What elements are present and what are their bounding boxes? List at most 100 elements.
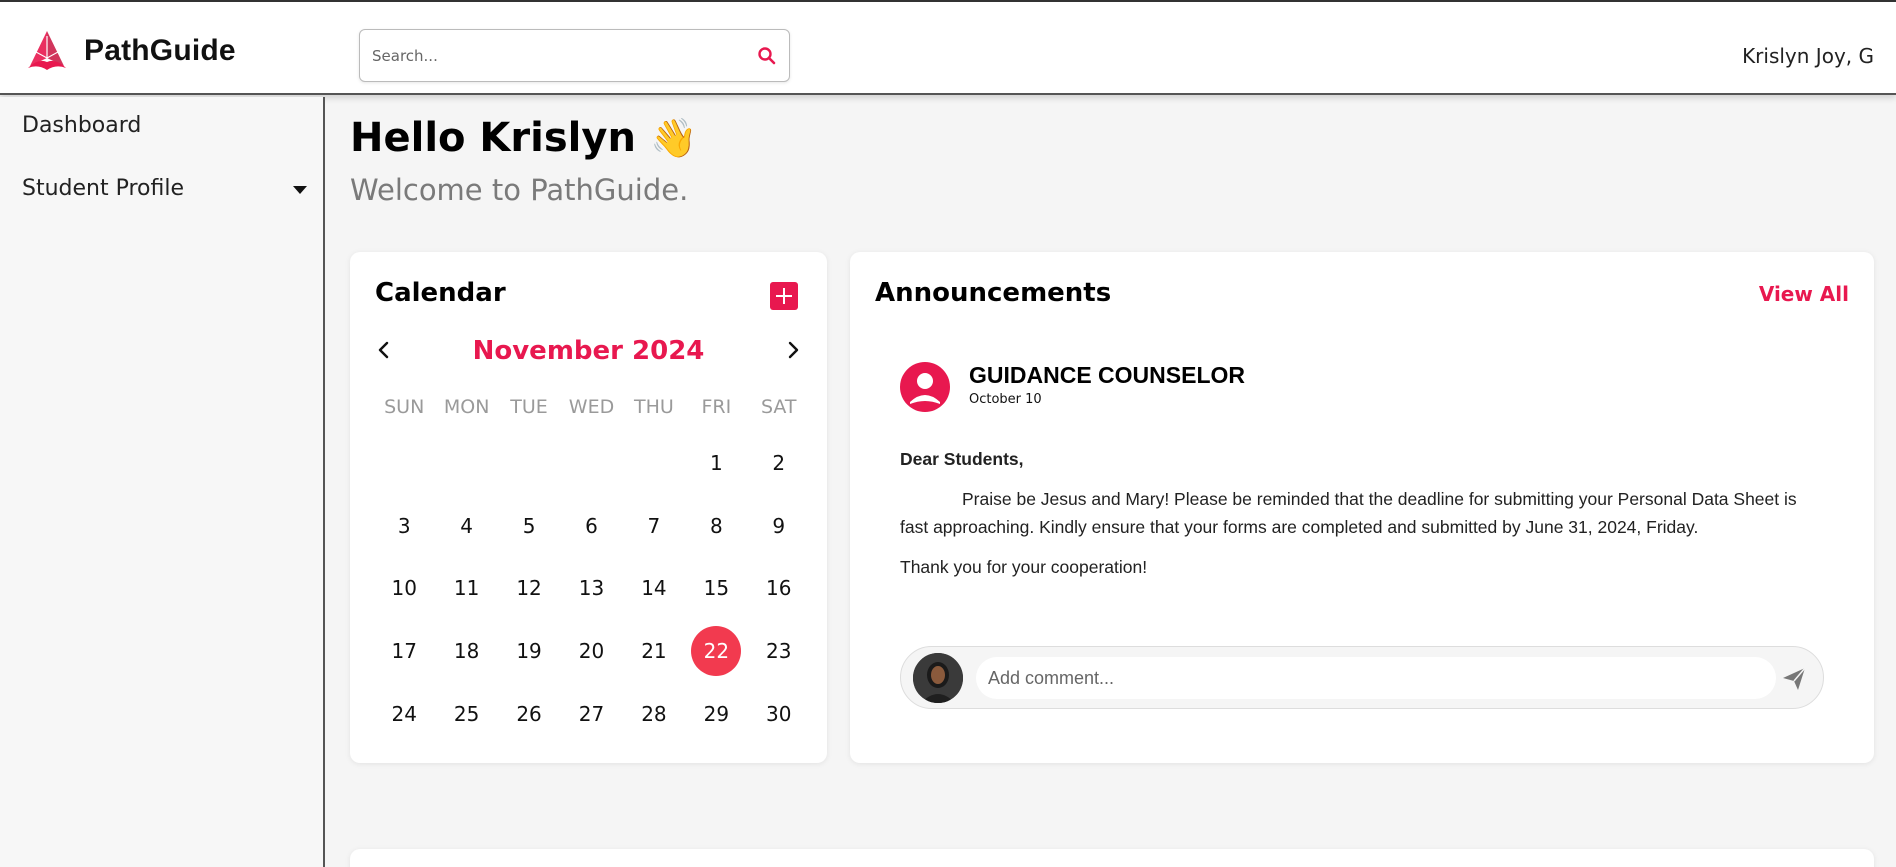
calendar-day[interactable]: 6 bbox=[560, 495, 622, 558]
calendar-day[interactable]: 7 bbox=[623, 495, 685, 558]
next-section-card bbox=[350, 849, 1874, 867]
calendar-day-number: 7 bbox=[647, 513, 661, 538]
announcements-title: Announcements bbox=[875, 278, 1112, 308]
announcement-body: Dear Students, Praise be Jesus and Mary!… bbox=[900, 445, 1800, 581]
calendar-day[interactable]: 27 bbox=[560, 682, 622, 745]
calendar-day-number: 5 bbox=[522, 513, 536, 538]
comment-input[interactable] bbox=[976, 657, 1776, 699]
calendar-day-selected[interactable]: 22 bbox=[685, 620, 747, 683]
sidebar: Dashboard Student Profile bbox=[0, 97, 325, 867]
calendar-day-number: 2 bbox=[772, 451, 786, 476]
calendar-day[interactable]: 18 bbox=[435, 620, 497, 683]
announcement-text: Praise be Jesus and Mary! Please be remi… bbox=[900, 489, 1797, 537]
calendar-blank-cell bbox=[373, 432, 435, 495]
calendar-day[interactable]: 25 bbox=[435, 682, 497, 745]
calendar-day[interactable]: 15 bbox=[685, 557, 747, 620]
sidebar-item-label: Dashboard bbox=[22, 113, 142, 138]
sidebar-item-student-profile[interactable]: Student Profile bbox=[22, 176, 307, 201]
weekday-label: MON bbox=[443, 396, 490, 418]
calendar-day-number: 9 bbox=[772, 513, 786, 538]
greeting-text: Hello Krislyn bbox=[350, 115, 636, 161]
calendar-day-grid: 1 2 3 4 5 6 7 8 9 10 11 12 13 14 15 16 17 18 19 20 21 22 23 24 2… bbox=[373, 432, 810, 745]
weekday-label: FRI bbox=[701, 396, 732, 418]
calendar-weekday-header: SUN MON TUE WED THU FRI SAT bbox=[373, 396, 810, 418]
weekday-label: SAT bbox=[761, 396, 797, 418]
search-input[interactable] bbox=[372, 42, 742, 70]
calendar-blank-cell bbox=[435, 432, 497, 495]
calendar-day-number: 10 bbox=[391, 576, 417, 601]
user-name[interactable]: Krislyn Joy, G bbox=[1742, 44, 1874, 68]
calendar-day[interactable]: 3 bbox=[373, 495, 435, 558]
calendar-day[interactable]: 19 bbox=[498, 620, 560, 683]
calendar-blank-cell bbox=[498, 432, 560, 495]
calendar-day[interactable]: 2 bbox=[748, 432, 810, 495]
calendar-day[interactable]: 14 bbox=[623, 557, 685, 620]
chevron-right-icon[interactable] bbox=[782, 339, 804, 361]
calendar-card: Calendar November 2024 SUN MON TUE WED THU FR… bbox=[350, 252, 827, 763]
calendar-day[interactable]: 4 bbox=[435, 495, 497, 558]
calendar-day[interactable]: 23 bbox=[748, 620, 810, 683]
sidebar-item-dashboard[interactable]: Dashboard bbox=[22, 113, 307, 138]
calendar-day-number: 14 bbox=[641, 576, 667, 601]
calendar-blank-cell bbox=[623, 432, 685, 495]
top-header: PathGuide Krislyn Joy, G bbox=[0, 2, 1896, 95]
app-logo[interactable]: PathGuide bbox=[24, 28, 236, 74]
calendar-blank-cell bbox=[560, 432, 622, 495]
announcement-author: GUIDANCE COUNSELOR bbox=[969, 362, 1246, 388]
weekday-label: THU bbox=[634, 396, 674, 418]
send-icon[interactable] bbox=[1781, 666, 1807, 692]
calendar-day-number: 11 bbox=[453, 576, 480, 601]
calendar-day-number: 12 bbox=[516, 576, 542, 601]
calendar-day[interactable]: 26 bbox=[498, 682, 560, 745]
calendar-day[interactable]: 1 bbox=[685, 432, 747, 495]
caret-down-icon[interactable] bbox=[293, 186, 307, 194]
calendar-title: Calendar bbox=[375, 278, 506, 308]
calendar-month-label: November 2024 bbox=[472, 336, 705, 366]
calendar-day[interactable]: 13 bbox=[560, 557, 622, 620]
announcement-date: October 10 bbox=[969, 392, 1042, 407]
calendar-day-number: 20 bbox=[578, 639, 605, 664]
weekday-label: TUE bbox=[510, 396, 548, 418]
calendar-day-number: 25 bbox=[453, 701, 480, 726]
calendar-day-number: 24 bbox=[391, 701, 417, 726]
calendar-day[interactable]: 24 bbox=[373, 682, 435, 745]
calendar-day-number: 6 bbox=[585, 513, 598, 538]
calendar-day[interactable]: 10 bbox=[373, 557, 435, 620]
calendar-day[interactable]: 5 bbox=[498, 495, 560, 558]
pathguide-logo-icon bbox=[28, 31, 66, 70]
calendar-day-number: 22 bbox=[691, 626, 742, 677]
calendar-day[interactable]: 8 bbox=[685, 495, 747, 558]
comment-bar bbox=[900, 646, 1824, 709]
calendar-day-number: 3 bbox=[397, 513, 411, 538]
calendar-day[interactable]: 20 bbox=[560, 620, 622, 683]
calendar-day[interactable]: 21 bbox=[623, 620, 685, 683]
calendar-day-number: 27 bbox=[578, 701, 605, 726]
search-icon[interactable] bbox=[757, 46, 777, 66]
author-avatar-icon bbox=[900, 362, 950, 412]
calendar-day[interactable]: 29 bbox=[685, 682, 747, 745]
calendar-day-number: 19 bbox=[516, 639, 542, 664]
sidebar-item-label: Student Profile bbox=[22, 176, 185, 201]
welcome-subtitle: Welcome to PathGuide. bbox=[350, 173, 689, 207]
weekday-label: WED bbox=[568, 396, 615, 418]
calendar-day[interactable]: 16 bbox=[748, 557, 810, 620]
announcement-closing: Thank you for your cooperation! bbox=[900, 557, 1148, 577]
page-title: Hello Krislyn 👋 bbox=[350, 115, 697, 161]
user-avatar bbox=[913, 653, 963, 703]
calendar-day[interactable]: 17 bbox=[373, 620, 435, 683]
main-content: Hello Krislyn 👋 Welcome to PathGuide. Ca… bbox=[327, 97, 1896, 867]
calendar-day-number: 18 bbox=[453, 639, 480, 664]
add-event-button[interactable] bbox=[770, 282, 798, 310]
search-box[interactable] bbox=[359, 29, 790, 82]
view-all-link[interactable]: View All bbox=[1759, 282, 1849, 306]
calendar-day-number: 23 bbox=[766, 639, 792, 664]
calendar-day[interactable]: 12 bbox=[498, 557, 560, 620]
calendar-day-number: 28 bbox=[641, 701, 667, 726]
calendar-day[interactable]: 28 bbox=[623, 682, 685, 745]
calendar-day-number: 4 bbox=[460, 513, 473, 538]
calendar-day-number: 13 bbox=[578, 576, 605, 601]
calendar-day[interactable]: 11 bbox=[435, 557, 497, 620]
calendar-day-number: 16 bbox=[766, 576, 792, 601]
calendar-day[interactable]: 30 bbox=[748, 682, 810, 745]
calendar-day[interactable]: 9 bbox=[748, 495, 810, 558]
